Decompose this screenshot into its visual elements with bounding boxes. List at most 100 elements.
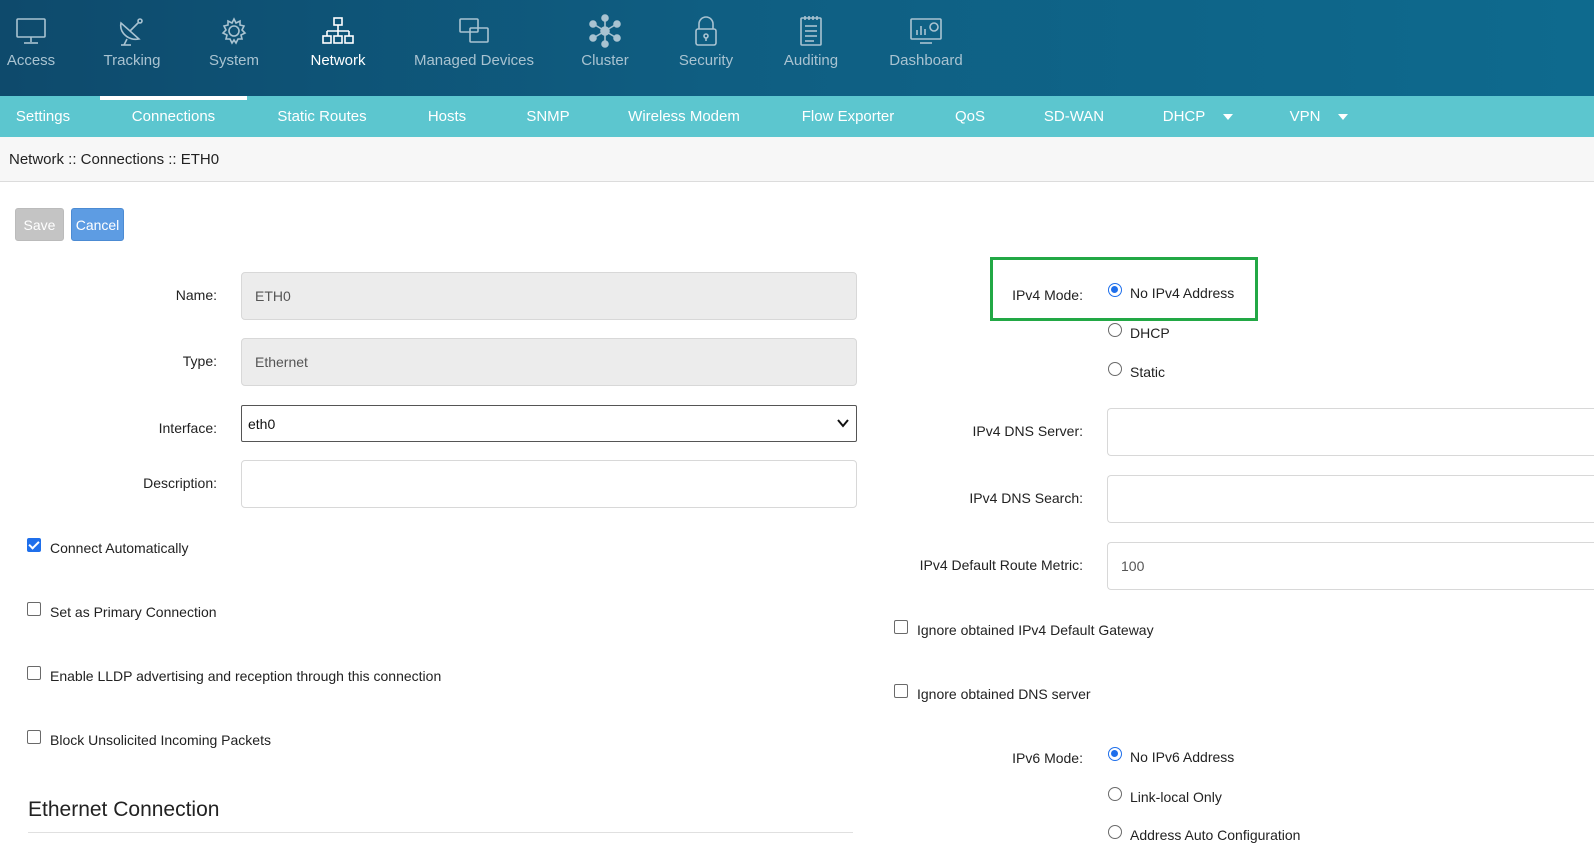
topnav-label: Access	[6, 52, 56, 69]
subnav-label: VPN	[1289, 108, 1321, 125]
name-value: ETH0	[255, 288, 291, 304]
topnav-network[interactable]: Network	[302, 0, 374, 96]
name-field[interactable]: ETH0	[241, 272, 857, 320]
ipv6-mode-link-local-label: Link-local Only	[1130, 789, 1222, 805]
subnav-label: DHCP	[1162, 108, 1206, 125]
lock-icon	[688, 14, 724, 48]
ipv4-route-metric-field[interactable]: 100	[1107, 542, 1594, 590]
topnav-label: Tracking	[103, 52, 161, 69]
primary-connection-label: Set as Primary Connection	[50, 604, 217, 620]
dashboard-icon	[908, 14, 944, 48]
primary-connection-option[interactable]: Set as Primary Connection	[27, 602, 217, 620]
ignore-dns-option[interactable]: Ignore obtained DNS server	[894, 684, 1091, 702]
ipv4-route-metric-label: IPv4 Default Route Metric:	[919, 557, 1083, 573]
topnav-tracking[interactable]: Tracking	[98, 0, 166, 96]
interface-select[interactable]: eth0	[241, 405, 857, 442]
subnav-snmp[interactable]: SNMP	[512, 96, 584, 137]
ipv4-mode-static-option[interactable]: Static	[1108, 362, 1166, 380]
topnav-security[interactable]: Security	[672, 0, 740, 96]
connect-automatically-label: Connect Automatically	[50, 540, 189, 556]
ipv6-mode-none-label: No IPv6 Address	[1130, 749, 1235, 765]
name-label: Name:	[175, 287, 217, 303]
ipv4-mode-none-label: No IPv4 Address	[1130, 285, 1235, 301]
topnav-label: Managed Devices	[413, 52, 535, 69]
block-unsolicited-checkbox[interactable]	[27, 730, 41, 744]
ipv4-mode-label: IPv4 Mode:	[1012, 287, 1083, 303]
topnav-label: Dashboard	[889, 52, 963, 69]
subnav-label: QoS	[954, 108, 985, 125]
topnav-label: System	[208, 52, 259, 69]
section-divider	[28, 832, 853, 833]
ipv6-mode-none-option[interactable]: No IPv6 Address	[1108, 747, 1235, 765]
subnav-connections[interactable]: Connections	[100, 96, 247, 137]
ipv6-mode-auto-option[interactable]: Address Auto Configuration	[1108, 825, 1301, 843]
ignore-gateway-option[interactable]: Ignore obtained IPv4 Default Gateway	[894, 620, 1154, 638]
ipv4-dns-search-field[interactable]	[1107, 475, 1594, 523]
subnav-qos[interactable]: QoS	[940, 96, 1000, 137]
ignore-gateway-checkbox[interactable]	[894, 620, 908, 634]
topnav-label: Cluster	[581, 52, 629, 69]
ipv6-mode-label: IPv6 Mode:	[1012, 750, 1083, 766]
subnav-sd-wan[interactable]: SD-WAN	[1030, 96, 1118, 137]
breadcrumb: Network :: Connections :: ETH0	[9, 151, 220, 168]
network-icon	[320, 14, 356, 48]
ipv4-mode-none-option[interactable]: No IPv4 Address	[1108, 283, 1235, 301]
subnav-settings[interactable]: Settings	[0, 96, 86, 137]
subnav-label: Static Routes	[277, 108, 367, 125]
topnav-label: Network	[310, 52, 366, 69]
ipv6-mode-link-local-radio[interactable]	[1108, 787, 1122, 801]
devices-icon	[456, 14, 492, 48]
primary-connection-checkbox[interactable]	[27, 602, 41, 616]
save-button[interactable]: Save	[15, 208, 64, 241]
ipv6-mode-auto-radio[interactable]	[1108, 825, 1122, 839]
topnav-system[interactable]: System	[202, 0, 266, 96]
notepad-icon	[793, 14, 829, 48]
topnav-dashboard[interactable]: Dashboard	[882, 0, 970, 96]
ipv4-mode-dhcp-radio[interactable]	[1108, 323, 1122, 337]
ipv6-mode-link-local-option[interactable]: Link-local Only	[1108, 787, 1222, 805]
ipv4-mode-dhcp-option[interactable]: DHCP	[1108, 323, 1170, 341]
subnav-static-routes[interactable]: Static Routes	[262, 96, 382, 137]
ignore-dns-label: Ignore obtained DNS server	[917, 686, 1091, 702]
description-label: Description:	[143, 475, 217, 491]
topnav-managed-devices[interactable]: Managed Devices	[410, 0, 538, 96]
subnav-hosts[interactable]: Hosts	[412, 96, 482, 137]
type-field[interactable]: Ethernet	[241, 338, 857, 386]
chevron-down-icon	[1338, 113, 1349, 120]
ipv4-mode-static-label: Static	[1130, 364, 1166, 380]
topnav-cluster[interactable]: Cluster	[574, 0, 636, 96]
gear-icon	[216, 14, 252, 48]
chevron-down-icon	[837, 419, 849, 428]
ipv6-mode-none-radio[interactable]	[1108, 747, 1122, 761]
cancel-button[interactable]: Cancel	[71, 208, 124, 241]
lldp-checkbox[interactable]	[27, 666, 41, 680]
connect-automatically-checkbox[interactable]	[27, 538, 41, 552]
subnav-wireless-modem[interactable]: Wireless Modem	[614, 96, 754, 137]
description-field[interactable]	[241, 460, 857, 508]
ipv6-mode-auto-label: Address Auto Configuration	[1130, 827, 1301, 843]
subnav-label: Connections	[131, 108, 216, 125]
subnav-vpn[interactable]: VPN	[1276, 96, 1362, 137]
topnav-label: Auditing	[783, 52, 839, 69]
connect-automatically-option[interactable]: Connect Automatically	[27, 538, 189, 556]
ipv4-dns-server-field[interactable]	[1107, 408, 1594, 456]
lldp-label: Enable LLDP advertising and reception th…	[50, 668, 442, 684]
cluster-icon	[587, 14, 623, 48]
topnav-auditing[interactable]: Auditing	[776, 0, 846, 96]
type-value: Ethernet	[255, 354, 308, 370]
subnav-dhcp[interactable]: DHCP	[1148, 96, 1248, 137]
subnav-flow-exporter[interactable]: Flow Exporter	[786, 96, 910, 137]
ipv4-mode-static-radio[interactable]	[1108, 362, 1122, 376]
ipv4-mode-dhcp-label: DHCP	[1130, 325, 1170, 341]
topnav-access[interactable]: Access	[0, 0, 62, 96]
satellite-dish-icon	[114, 14, 150, 48]
ipv4-dns-server-label: IPv4 DNS Server:	[972, 423, 1083, 439]
block-unsolicited-label: Block Unsolicited Incoming Packets	[50, 732, 271, 748]
subnav-label: SD-WAN	[1043, 108, 1105, 125]
ignore-dns-checkbox[interactable]	[894, 684, 908, 698]
subnav-label: Flow Exporter	[801, 108, 895, 125]
lldp-option[interactable]: Enable LLDP advertising and reception th…	[27, 666, 442, 684]
ipv4-mode-none-radio[interactable]	[1108, 283, 1122, 297]
block-unsolicited-option[interactable]: Block Unsolicited Incoming Packets	[27, 730, 271, 748]
sub-navigation: Settings Connections Static Routes Hosts…	[0, 96, 1594, 137]
